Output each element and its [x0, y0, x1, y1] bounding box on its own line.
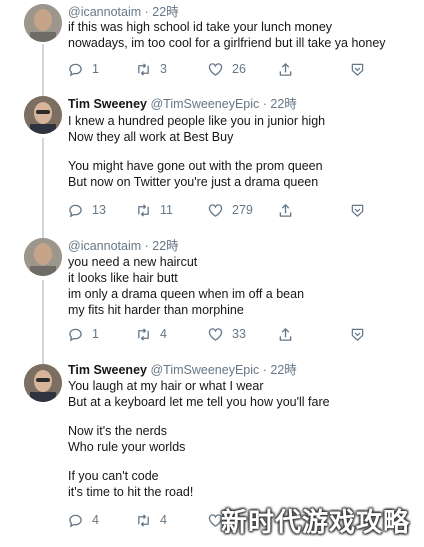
share-button[interactable] — [278, 202, 293, 218]
like-icon — [208, 62, 223, 76]
like-count: 279 — [232, 203, 253, 217]
tweet-actions: 13 11 279 — [68, 202, 398, 218]
avatar[interactable] — [24, 238, 62, 276]
share-icon — [279, 203, 292, 217]
separator: · — [144, 239, 149, 253]
like-button[interactable]: 279 — [208, 202, 253, 218]
tweet-header: Tim Sweeney @TimSweeneyEpic · 22時 — [68, 96, 297, 112]
watermark: 新时代游戏攻略 — [220, 507, 410, 537]
retweet-button[interactable]: 11 — [136, 202, 173, 218]
share-button[interactable] — [278, 61, 293, 77]
share-icon — [279, 62, 292, 76]
avatar[interactable] — [24, 364, 62, 402]
avatar[interactable] — [24, 96, 62, 134]
user-name[interactable]: Tim Sweeney — [68, 97, 147, 111]
tweet-line-break — [68, 455, 413, 468]
reply-button[interactable]: 1 — [68, 61, 99, 77]
tweet-actions: 1 4 33 — [68, 326, 398, 342]
reply-count: 1 — [92, 62, 99, 76]
reply-count: 1 — [92, 327, 99, 341]
tweet-line: Now they all work at Best Buy — [68, 130, 234, 144]
retweet-count: 11 — [160, 203, 173, 217]
tweet[interactable]: @icannotaim · 22時 you need a new haircut… — [0, 232, 424, 356]
reply-count: 4 — [92, 513, 99, 527]
tweet-header: @icannotaim · 22時 — [68, 4, 179, 20]
tweet-line: But now on Twitter you're just a drama q… — [68, 175, 319, 189]
tweet-text: if this was high school id take your lun… — [68, 19, 413, 51]
tweet-line: it looks like hair butt — [68, 271, 178, 285]
tweet-line: nowadays, im too cool for a girlfriend b… — [68, 36, 386, 50]
retweet-button[interactable]: 4 — [136, 512, 167, 528]
reply-icon — [69, 328, 82, 341]
reply-count: 13 — [92, 203, 106, 217]
caret-icon — [351, 328, 364, 341]
timestamp[interactable]: 22時 — [270, 97, 296, 111]
like-count: 26 — [232, 62, 246, 76]
retweet-count: 4 — [160, 327, 167, 341]
like-button[interactable]: 33 — [208, 326, 246, 342]
caret-icon — [351, 63, 364, 76]
like-button[interactable]: 26 — [208, 61, 246, 77]
timestamp[interactable]: 22時 — [152, 239, 178, 253]
tweet-line-break — [68, 410, 413, 423]
like-icon — [208, 203, 223, 217]
retweet-count: 4 — [160, 513, 167, 527]
timestamp[interactable]: 22時 — [152, 5, 178, 19]
tweet-line: my fits hit harder than morphine — [68, 303, 244, 317]
user-name[interactable]: Tim Sweeney — [68, 363, 147, 377]
user-handle[interactable]: @TimSweeneyEpic — [150, 97, 259, 111]
tweet-line: you need a new haircut — [68, 255, 198, 269]
reply-button[interactable]: 13 — [68, 202, 106, 218]
timestamp[interactable]: 22時 — [270, 363, 296, 377]
user-handle[interactable]: @icannotaim — [68, 5, 141, 19]
share-button[interactable] — [278, 326, 293, 342]
more-button[interactable] — [350, 326, 365, 342]
more-button[interactable] — [350, 61, 365, 77]
tweet-line: If you can't code — [68, 469, 159, 483]
tweet-text: you need a new haircut it looks like hai… — [68, 254, 413, 318]
avatar[interactable] — [24, 4, 62, 42]
retweet-icon — [138, 62, 149, 76]
reply-button[interactable]: 1 — [68, 326, 99, 342]
share-icon — [279, 327, 292, 341]
tweet-actions: 1 3 26 — [68, 61, 398, 77]
separator: · — [262, 97, 267, 111]
tweet-line-break — [68, 145, 413, 158]
retweet-button[interactable]: 3 — [136, 61, 167, 77]
tweet-line: Who rule your worlds — [68, 440, 186, 454]
tweet-line: I knew a hundred people like you in juni… — [68, 114, 326, 128]
reply-icon — [69, 204, 82, 217]
tweet[interactable]: @icannotaim · 22時 if this was high schoo… — [0, 0, 424, 90]
reply-icon — [69, 514, 82, 527]
tweet-line: Now it's the nerds — [68, 424, 167, 438]
tweet-text: You laugh at my hair or what I wear But … — [68, 378, 413, 500]
caret-icon — [351, 204, 364, 217]
like-icon — [208, 327, 223, 341]
tweet-text: I knew a hundred people like you in juni… — [68, 113, 413, 190]
tweet-header: Tim Sweeney @TimSweeneyEpic · 22時 — [68, 362, 297, 378]
retweet-icon — [138, 327, 149, 341]
tweet-header: @icannotaim · 22時 — [68, 238, 179, 254]
retweet-count: 3 — [160, 62, 167, 76]
user-handle[interactable]: @TimSweeneyEpic — [150, 363, 259, 377]
retweet-icon — [138, 513, 149, 527]
user-handle[interactable]: @icannotaim — [68, 239, 141, 253]
separator: · — [144, 5, 149, 19]
retweet-button[interactable]: 4 — [136, 326, 167, 342]
tweet-line: You laugh at my hair or what I wear — [68, 379, 264, 393]
tweet[interactable]: Tim Sweeney @TimSweeneyEpic · 22時 I knew… — [0, 90, 424, 232]
tweet-line: im only a drama queen when im off a bean — [68, 287, 305, 301]
like-count: 33 — [232, 327, 246, 341]
reply-button[interactable]: 4 — [68, 512, 99, 528]
retweet-icon — [138, 203, 149, 217]
more-button[interactable] — [350, 202, 365, 218]
tweet-line: it's time to hit the road! — [68, 485, 194, 499]
tweet-line: But at a keyboard let me tell you how yo… — [68, 395, 330, 409]
tweet-line: if this was high school id take your lun… — [68, 20, 333, 34]
separator: · — [262, 363, 267, 377]
reply-icon — [69, 63, 82, 76]
tweet-line: You might have gone out with the prom qu… — [68, 159, 323, 173]
